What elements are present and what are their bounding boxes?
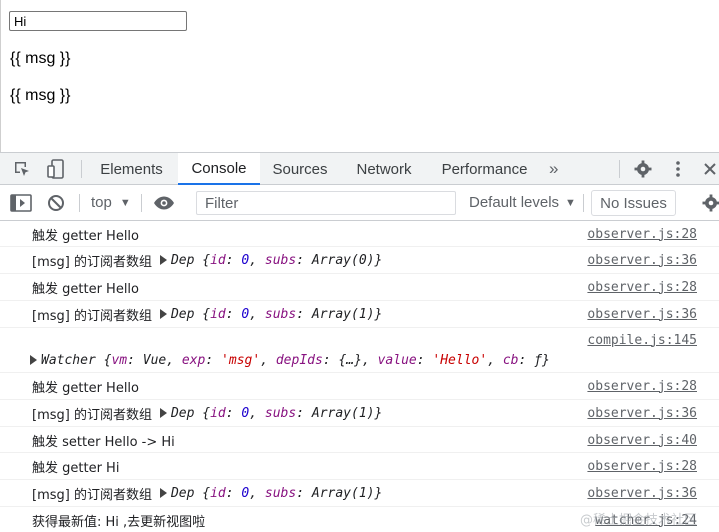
source-link[interactable]: observer.js:36	[587, 301, 697, 327]
dep-subs: Array(1)	[311, 485, 375, 501]
object-type: Dep	[170, 485, 195, 501]
expand-triangle-icon[interactable]	[159, 408, 167, 418]
tab-sources[interactable]: Sources	[260, 153, 340, 185]
console-settings-gear-icon[interactable]	[702, 185, 719, 220]
log-prefix: [msg] 的订阅者数组	[32, 407, 152, 423]
caret-down-icon: ▼	[565, 196, 576, 209]
object-type: Watcher	[41, 352, 96, 368]
context-selector[interactable]: top ▼	[91, 185, 131, 220]
page-viewport: {{ msg }} {{ msg }}	[0, 0, 719, 152]
console-filter-input[interactable]	[196, 191, 456, 215]
dep-id: 0	[241, 405, 250, 421]
console-message: [msg] 的订阅者数组 Dep {id: 0, subs: Array(1)}…	[0, 400, 719, 427]
dep-id: 0	[241, 485, 250, 501]
toolbar-divider	[583, 194, 584, 212]
dep-subs: Array(1)	[311, 405, 375, 421]
console-message: compile.js:145 Watcher {vm: Vue, exp: 'm…	[0, 328, 719, 373]
toolbar-divider	[79, 194, 80, 212]
log-dep-line: [msg] 的订阅者数组 Dep {id: 0, subs: Array(1)}	[32, 306, 383, 324]
source-link[interactable]: observer.js:36	[587, 480, 697, 506]
log-prefix: [msg] 的订阅者数组	[32, 308, 152, 324]
source-link[interactable]: observer.js:28	[587, 453, 697, 479]
watcher-cb: ƒ	[534, 352, 542, 368]
log-text: 获得最新值: Hi ,去更新视图啦	[32, 514, 206, 530]
log-prefix: [msg] 的订阅者数组	[32, 487, 152, 503]
expand-triangle-icon[interactable]	[159, 255, 167, 265]
expand-triangle-icon[interactable]	[159, 309, 167, 319]
tab-elements[interactable]: Elements	[89, 153, 174, 185]
source-link[interactable]: observer.js:40	[587, 427, 697, 453]
log-prefix: [msg] 的订阅者数组	[32, 254, 152, 270]
more-menu-icon[interactable]	[666, 153, 690, 185]
sidebar-toggle-icon[interactable]	[10, 185, 32, 220]
context-label: top	[91, 194, 112, 211]
log-levels-dropdown[interactable]: Default levels ▼	[469, 185, 576, 220]
log-watcher-line: Watcher {vm: Vue, exp: 'msg', depIds: {……	[30, 348, 550, 372]
template-text-2: {{ msg }}	[10, 87, 71, 104]
watcher-exp: 'msg'	[221, 352, 261, 368]
dep-subs: Array(0)	[311, 252, 375, 268]
settings-gear-icon[interactable]	[630, 153, 656, 185]
issues-button[interactable]: No Issues	[591, 190, 676, 216]
source-link[interactable]: observer.js:28	[587, 274, 697, 300]
object-type: Dep	[170, 306, 195, 322]
caret-down-icon: ▼	[119, 196, 131, 209]
watcher-depids: {…}	[338, 352, 362, 368]
source-link[interactable]: observer.js:36	[587, 400, 697, 426]
devtools-tabbar: Elements Console Sources Network Perform…	[0, 152, 719, 185]
object-type: Dep	[170, 252, 195, 268]
dep-id: 0	[241, 252, 250, 268]
log-dep-line: [msg] 的订阅者数组 Dep {id: 0, subs: Array(1)}	[32, 405, 383, 423]
console-message: 触发 getter Hi observer.js:28	[0, 453, 719, 480]
console-message: 触发 getter Hello observer.js:28	[0, 221, 719, 247]
dep-id: 0	[241, 306, 250, 322]
console-toolbar: top ▼ Default levels ▼ No Issues	[0, 185, 719, 221]
log-text: 触发 getter Hello	[32, 380, 140, 396]
console-message: [msg] 的订阅者数组 Dep {id: 0, subs: Array(1)}…	[0, 301, 719, 328]
tab-network[interactable]: Network	[343, 153, 425, 185]
tabbar-divider	[81, 160, 82, 178]
source-link[interactable]: observer.js:28	[587, 373, 697, 399]
object-type: Dep	[170, 405, 195, 421]
log-text: 触发 setter Hello -> Hi	[32, 434, 175, 450]
template-text-1: {{ msg }}	[10, 50, 71, 67]
tab-performance[interactable]: Performance	[431, 153, 538, 185]
msg-input[interactable]	[9, 11, 187, 31]
console-message: 触发 getter Hello observer.js:28	[0, 373, 719, 400]
close-icon[interactable]	[700, 153, 719, 185]
log-dep-line: [msg] 的订阅者数组 Dep {id: 0, subs: Array(0)}	[32, 252, 383, 270]
device-toolbar-icon[interactable]	[42, 153, 70, 185]
expand-triangle-icon[interactable]	[159, 488, 167, 498]
log-text: 触发 getter Hi	[32, 460, 120, 476]
log-text: 触发 getter Hello	[32, 228, 140, 244]
clear-console-icon[interactable]	[47, 185, 65, 220]
expand-triangle-icon[interactable]	[30, 355, 37, 365]
console-message: [msg] 的订阅者数组 Dep {id: 0, subs: Array(0)}…	[0, 247, 719, 274]
console-message: 触发 getter Hello observer.js:28	[0, 274, 719, 301]
console-log: 触发 getter Hello observer.js:28 [msg] 的订阅…	[0, 221, 719, 532]
watermark: @稀土掘金技术社区	[579, 513, 697, 528]
watcher-value: 'Hello'	[432, 352, 488, 368]
dep-subs: Array(1)	[311, 306, 375, 322]
source-link[interactable]: compile.js:145	[587, 328, 697, 352]
log-levels-label: Default levels	[469, 194, 560, 211]
console-message: 触发 setter Hello -> Hi observer.js:40	[0, 427, 719, 453]
source-link[interactable]: observer.js:28	[587, 221, 697, 247]
log-text: 触发 getter Hello	[32, 281, 140, 297]
tab-console[interactable]: Console	[178, 153, 260, 185]
more-tabs-chevron-icon[interactable]: »	[549, 153, 558, 185]
watcher-vm: Vue	[142, 352, 167, 368]
tabbar-divider	[619, 160, 620, 178]
source-link[interactable]: observer.js:36	[587, 247, 697, 273]
toolbar-divider	[141, 194, 142, 212]
log-dep-line: [msg] 的订阅者数组 Dep {id: 0, subs: Array(1)}	[32, 485, 383, 503]
console-message: [msg] 的订阅者数组 Dep {id: 0, subs: Array(1)}…	[0, 480, 719, 507]
live-expression-eye-icon[interactable]	[153, 185, 175, 220]
inspect-element-icon[interactable]	[8, 153, 36, 185]
